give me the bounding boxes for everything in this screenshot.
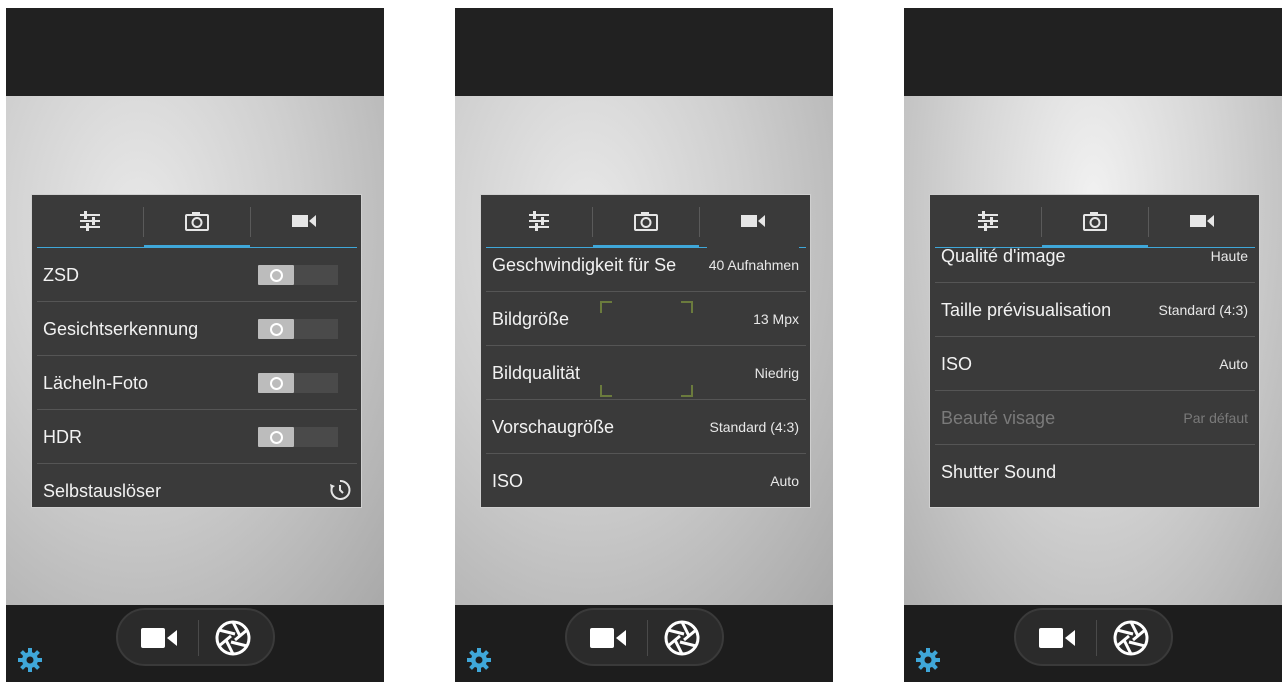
toggle-switch[interactable]: [258, 427, 294, 447]
video-mode-button[interactable]: [583, 620, 633, 656]
setting-value: 40 Aufnahmen: [706, 238, 799, 292]
setting-row-burst-speed[interactable]: Geschwindigkeit für Se 40 Aufnahmen: [481, 238, 810, 292]
setting-label: HDR: [43, 427, 82, 447]
settings-panel: ZSD Gesichtserkennung Lächeln-Foto HDR S: [31, 194, 362, 508]
setting-row-smile-shot[interactable]: Lächeln-Foto: [32, 356, 361, 410]
setting-value: Niedrig: [754, 365, 799, 381]
video-camera-icon: [1190, 215, 1214, 227]
setting-label: ISO: [492, 471, 524, 491]
video-camera-icon: [141, 628, 177, 648]
camera-icon: [185, 212, 209, 231]
setting-value: Auto: [770, 473, 799, 489]
settings-tabs: [32, 195, 361, 248]
setting-row-shutter-sound[interactable]: Shutter Sound: [930, 445, 1259, 499]
sliders-icon: [978, 211, 998, 231]
setting-label: Bildqualität: [492, 363, 581, 383]
toggle-switch[interactable]: [258, 319, 294, 339]
video-mode-button[interactable]: [134, 620, 184, 656]
setting-row-preview-size[interactable]: Taille prévisualisation Standard (4:3): [930, 283, 1259, 337]
camera-icon: [1083, 212, 1107, 231]
phone-screen-3: Qualité d'image Haute Taille prévisualis…: [904, 8, 1282, 682]
setting-row-zsd[interactable]: ZSD: [32, 248, 361, 302]
aperture-icon: [1113, 620, 1149, 656]
settings-panel: Geschwindigkeit für Se 40 Aufnahmen Bild…: [480, 194, 811, 508]
status-bar: [455, 8, 833, 96]
setting-row-image-quality[interactable]: Qualité d'image Haute: [930, 229, 1259, 283]
setting-label: Shutter Sound: [941, 462, 1057, 482]
tab-general-settings[interactable]: [37, 195, 143, 247]
setting-label: ZSD: [43, 265, 79, 285]
tab-photo-settings[interactable]: [144, 195, 250, 247]
sliders-icon: [529, 211, 549, 231]
setting-label: ISO: [941, 354, 973, 374]
phone-screen-1: ZSD Gesichtserkennung Lächeln-Foto HDR S: [6, 8, 384, 682]
setting-row-preview-size[interactable]: Vorschaugröße Standard (4:3): [481, 400, 810, 454]
setting-row-picture-size[interactable]: Bildgröße 13 Mpx: [481, 292, 810, 346]
setting-label: Vorschaugröße: [492, 417, 615, 437]
status-bar: [904, 8, 1282, 96]
setting-label: Geschwindigkeit für Se: [492, 255, 677, 275]
mode-switcher: [1014, 608, 1173, 666]
setting-value: Auto: [1219, 356, 1248, 372]
video-camera-icon: [741, 215, 765, 227]
setting-row-face-detection[interactable]: Gesichtserkennung: [32, 302, 361, 356]
status-bar: [6, 8, 384, 96]
setting-row-iso[interactable]: ISO Auto: [481, 454, 810, 507]
toggle-switch[interactable]: [258, 373, 294, 393]
sliders-icon: [80, 211, 100, 231]
gear-icon[interactable]: [467, 648, 491, 672]
setting-label: Qualité d'image: [941, 246, 1066, 266]
mode-switcher: [116, 608, 275, 666]
setting-label: Selbstauslöser: [43, 481, 162, 501]
gear-icon[interactable]: [18, 648, 42, 672]
mode-switcher: [565, 608, 724, 666]
tab-video-settings[interactable]: [251, 195, 357, 247]
setting-label: Beauté visage: [941, 408, 1056, 428]
setting-label: Taille prévisualisation: [941, 300, 1112, 320]
setting-row-picture-quality[interactable]: Bildqualität Niedrig: [481, 346, 810, 400]
camera-icon: [634, 212, 658, 231]
shutter-button[interactable]: [657, 618, 707, 658]
phone-screen-2: Geschwindigkeit für Se 40 Aufnahmen Bild…: [455, 8, 833, 682]
aperture-icon: [664, 620, 700, 656]
setting-label: Gesichtserkennung: [43, 319, 199, 339]
aperture-icon: [215, 620, 251, 656]
timer-icon: [330, 479, 351, 500]
setting-row-iso[interactable]: ISO Auto: [930, 337, 1259, 391]
setting-value: Par défaut: [1183, 410, 1248, 426]
setting-value: Haute: [1210, 248, 1248, 264]
setting-row-self-timer[interactable]: Selbstauslöser: [32, 464, 361, 507]
settings-panel: Qualité d'image Haute Taille prévisualis…: [929, 194, 1260, 508]
gear-icon[interactable]: [916, 648, 940, 672]
shutter-button[interactable]: [1106, 618, 1156, 658]
video-mode-button[interactable]: [1032, 620, 1082, 656]
video-camera-icon: [590, 628, 626, 648]
setting-row-hdr[interactable]: HDR: [32, 410, 361, 464]
shutter-button[interactable]: [208, 618, 258, 658]
setting-value: Standard (4:3): [709, 419, 800, 435]
setting-label: Lächeln-Foto: [43, 373, 149, 393]
setting-value: 13 Mpx: [753, 311, 799, 327]
setting-label: Bildgröße: [492, 309, 570, 329]
setting-row-face-beauty: Beauté visage Par défaut: [930, 391, 1259, 445]
setting-value: Standard (4:3): [1158, 302, 1249, 318]
video-camera-icon: [1039, 628, 1075, 648]
toggle-switch[interactable]: [258, 265, 294, 285]
video-camera-icon: [292, 215, 316, 227]
